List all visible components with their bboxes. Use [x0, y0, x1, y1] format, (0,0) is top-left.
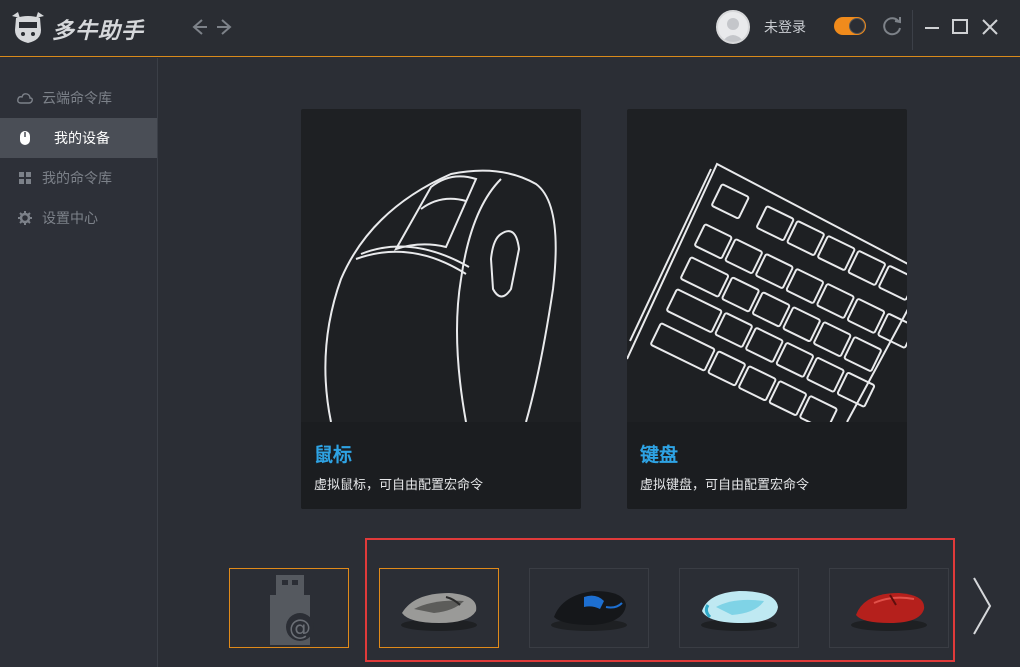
mouse-icon [17, 130, 33, 146]
user-avatar-icon [722, 18, 744, 42]
cow-logo-icon [12, 12, 44, 43]
keyboard-outline-icon [627, 162, 907, 422]
sidebar-item-my-commands[interactable]: 我的命令库 [0, 158, 157, 198]
mouse-red-icon [851, 593, 927, 631]
sidebar-item-label: 设置中心 [42, 211, 98, 227]
minimize-icon[interactable] [920, 14, 944, 40]
device-tile-black-blue-mouse[interactable] [529, 568, 649, 648]
main-content: 鼠标 虚拟鼠标，可自由配置宏命令 键盘 虚拟键盘，可自由配置宏命令 @ [158, 58, 1020, 667]
keyboard-card-footer: 键盘 虚拟键盘，可自由配置宏命令 [627, 422, 907, 509]
mouse-outline-icon [324, 169, 557, 422]
mouse-gray-icon [401, 593, 477, 631]
device-tile-gray-mouse[interactable] [379, 568, 499, 648]
cloud-icon [17, 90, 33, 106]
sidebar-item-label: 我的设备 [54, 131, 110, 147]
usb-device-tile[interactable]: @ [229, 568, 349, 648]
title-bar-divider [912, 10, 913, 50]
gear-icon [17, 210, 33, 226]
svg-text:@: @ [289, 616, 311, 641]
mouse-black-blue-icon [551, 591, 627, 631]
sidebar-item-settings[interactable]: 设置中心 [0, 198, 157, 238]
back-arrow-icon[interactable] [188, 14, 210, 40]
toggle-knob [849, 18, 865, 34]
sidebar-item-my-devices[interactable]: 我的设备 [0, 118, 157, 158]
sidebar-item-label: 云端命令库 [42, 91, 112, 107]
refresh-icon[interactable] [880, 13, 904, 39]
mouse-card-title: 鼠标 [314, 444, 353, 466]
maximize-icon[interactable] [948, 14, 972, 40]
app-name: 多牛助手 [52, 19, 145, 44]
sidebar: 云端命令库 我的设备 我的命令库 设置中心 [0, 58, 158, 667]
mouse-card[interactable]: 鼠标 虚拟鼠标，可自由配置宏命令 [301, 109, 581, 509]
sidebar-item-label: 我的命令库 [42, 171, 112, 187]
mouse-card-footer: 鼠标 虚拟鼠标，可自由配置宏命令 [301, 422, 581, 509]
login-link[interactable]: 未登录 [764, 17, 806, 37]
mouse-light-blue-icon [701, 591, 778, 631]
usb-icon: @ [270, 575, 314, 645]
device-tile-light-blue-mouse[interactable] [679, 568, 799, 648]
title-bar: 多牛助手 未登录 [0, 0, 1020, 57]
keyboard-card-desc: 虚拟键盘，可自由配置宏命令 [640, 478, 810, 493]
keyboard-card-title: 键盘 [640, 444, 679, 466]
mode-toggle[interactable] [834, 17, 866, 35]
sidebar-item-cloud-commands[interactable]: 云端命令库 [0, 78, 157, 118]
chevron-right-icon[interactable] [970, 574, 994, 638]
avatar[interactable] [716, 10, 750, 44]
keyboard-card[interactable]: 键盘 虚拟键盘，可自由配置宏命令 [627, 109, 907, 509]
close-icon[interactable] [978, 14, 1002, 40]
device-tile-red-mouse[interactable] [829, 568, 949, 648]
grid-icon [17, 170, 33, 186]
mouse-card-desc: 虚拟鼠标，可自由配置宏命令 [314, 478, 484, 493]
forward-arrow-icon[interactable] [214, 14, 236, 40]
